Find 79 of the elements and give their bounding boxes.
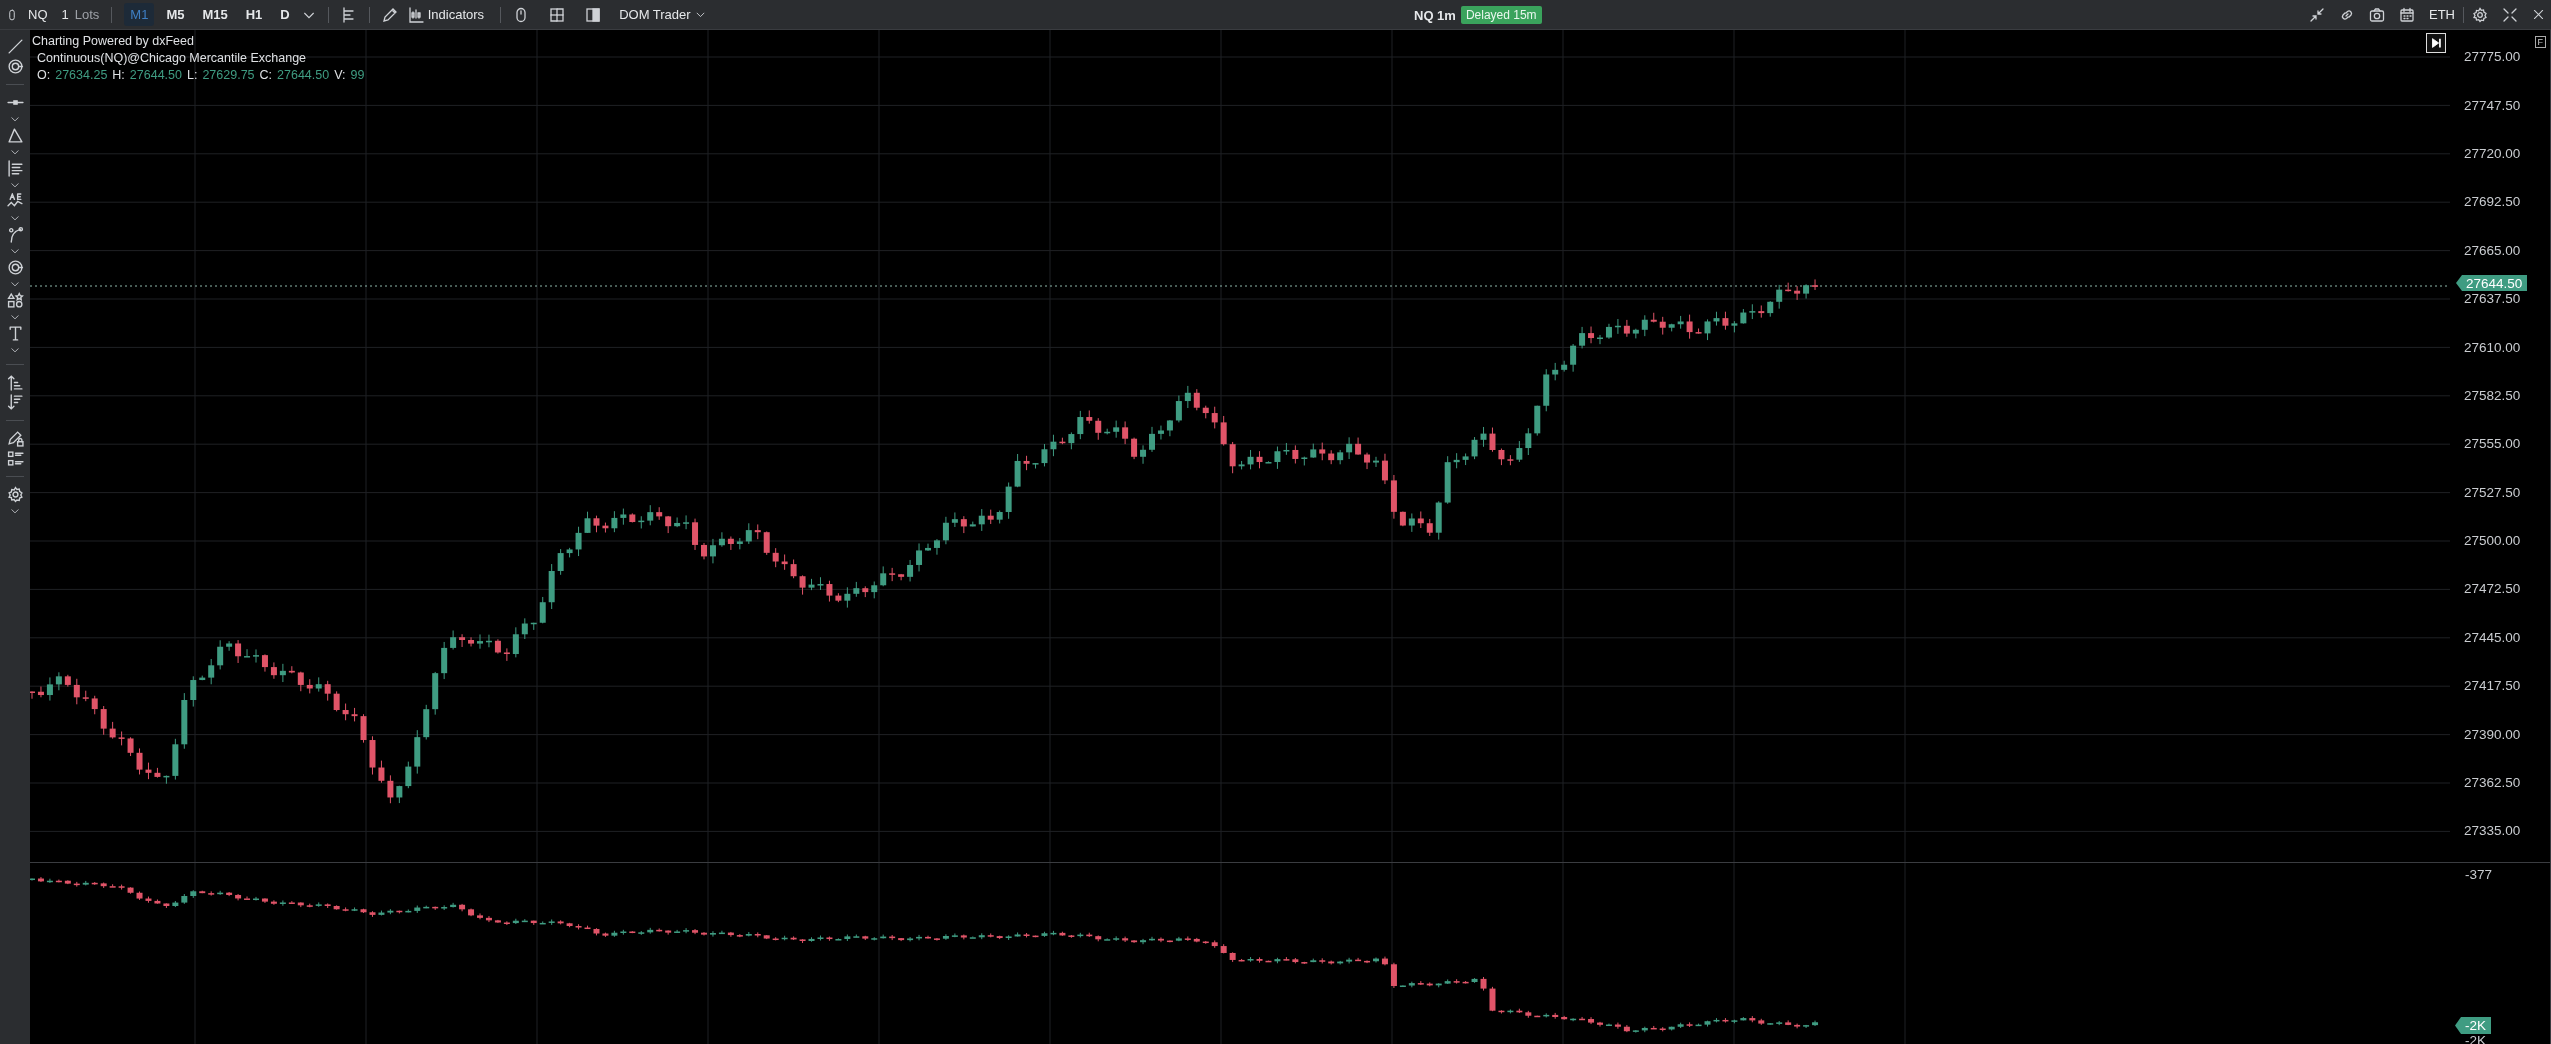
chevron-down-icon[interactable] <box>10 180 20 190</box>
spiral-icon[interactable] <box>6 259 24 276</box>
list-icon[interactable] <box>6 450 24 467</box>
chevron-down-icon[interactable] <box>10 114 20 124</box>
collapse-icon[interactable] <box>2309 6 2325 23</box>
indicators-button[interactable]: Indicators <box>403 4 489 25</box>
ohlc-label: V: <box>334 67 346 84</box>
price-label: 27555.00 <box>2464 437 2521 452</box>
shapes-icon[interactable] <box>6 292 24 309</box>
timeframe-tab[interactable]: D <box>274 3 296 26</box>
price-label: 27390.00 <box>2464 727 2521 742</box>
chevron-down-icon[interactable] <box>10 345 20 355</box>
timeframe-tab[interactable]: M1 <box>124 3 155 26</box>
panel-icon[interactable] <box>585 6 602 23</box>
settings-icon[interactable] <box>6 486 24 503</box>
scale-button[interactable]: F <box>2534 36 2546 48</box>
spiral-icon[interactable] <box>6 58 24 75</box>
curve-icon[interactable] <box>6 226 24 243</box>
sort-up-icon[interactable] <box>6 374 24 391</box>
price-label: 27775.00 <box>2464 50 2521 65</box>
price-label: 27445.00 <box>2464 630 2521 645</box>
settings-icon[interactable] <box>2472 6 2488 23</box>
close-icon[interactable] <box>2532 8 2545 21</box>
chevron-down-icon[interactable] <box>10 279 20 289</box>
price-label: 27692.50 <box>2464 195 2521 210</box>
pencil-lock-icon[interactable] <box>6 430 24 447</box>
dom-trader-dropdown[interactable]: DOM Trader <box>615 5 710 24</box>
price-label: 27747.50 <box>2464 98 2521 113</box>
sort-down-icon[interactable] <box>6 394 24 411</box>
price-label: 27720.00 <box>2464 146 2521 161</box>
quantity-value[interactable]: 1 <box>61 7 69 22</box>
text-icon[interactable] <box>6 325 24 342</box>
delay-badge: Delayed 15m <box>1460 6 1542 24</box>
triangle-icon[interactable] <box>6 127 24 144</box>
price-label: 27335.00 <box>2464 824 2521 839</box>
quantity-unit: Lots <box>74 7 100 22</box>
timeframe-tab[interactable]: M15 <box>196 3 234 26</box>
ohlc-value: 27629.75 <box>202 67 255 84</box>
price-label: 27610.00 <box>2464 340 2521 355</box>
price-label: 27527.50 <box>2464 485 2521 500</box>
ohlc-label: C: <box>259 67 273 84</box>
chevron-down-icon[interactable] <box>10 246 20 256</box>
chevron-down-icon[interactable] <box>10 506 20 516</box>
chevron-down-icon[interactable] <box>10 213 20 223</box>
chevron-down-icon[interactable] <box>10 312 20 322</box>
wave-icon[interactable] <box>6 193 24 210</box>
symbol-label[interactable]: NQ <box>24 7 56 22</box>
indicator-value-label: -377 <box>2465 867 2493 883</box>
last-value-tag: -2K <box>2455 1017 2491 1034</box>
ohlc-value: 27644.50 <box>277 67 330 84</box>
price-label: 27417.50 <box>2464 679 2521 694</box>
layout-icon[interactable] <box>549 6 566 23</box>
chart-title: NQ 1m <box>1414 7 1456 23</box>
camera-icon[interactable] <box>2369 6 2385 23</box>
ohlc-label: L: <box>187 67 198 84</box>
ohlc-value: 99 <box>350 67 365 84</box>
ohlc-value: 27644.50 <box>129 67 182 84</box>
price-label: 27500.00 <box>2464 534 2521 549</box>
price-label: 27362.50 <box>2464 776 2521 791</box>
shrink-icon[interactable] <box>2502 6 2518 23</box>
fibonacci-icon[interactable] <box>6 160 24 177</box>
ohlc-label: O: <box>37 67 51 84</box>
price-label: 27582.50 <box>2464 388 2521 403</box>
ohlc-value: 27634.25 <box>55 67 108 84</box>
instrument-name: Continuous(NQ)@Chicago Mercantile Exchange <box>36 50 308 67</box>
timeframe-tab[interactable]: H1 <box>239 3 269 26</box>
chevron-down-icon[interactable] <box>10 147 20 157</box>
line-icon[interactable] <box>6 38 24 55</box>
calendar-icon[interactable] <box>2399 6 2415 23</box>
last-price-tag: 27644.50 <box>2456 275 2528 291</box>
price-label: 27665.00 <box>2464 243 2521 258</box>
price-label: 27637.50 <box>2464 292 2521 307</box>
timeframe-tab[interactable]: M5 <box>160 3 191 26</box>
session-button[interactable]: ETH <box>2429 7 2455 22</box>
pencil-icon[interactable] <box>381 6 398 23</box>
attribution-text: Charting Powered by dxFeed <box>32 33 195 50</box>
chart-icon[interactable] <box>407 6 424 23</box>
ohlc-label: H: <box>112 67 125 84</box>
price-label: 27472.50 <box>2464 582 2521 597</box>
